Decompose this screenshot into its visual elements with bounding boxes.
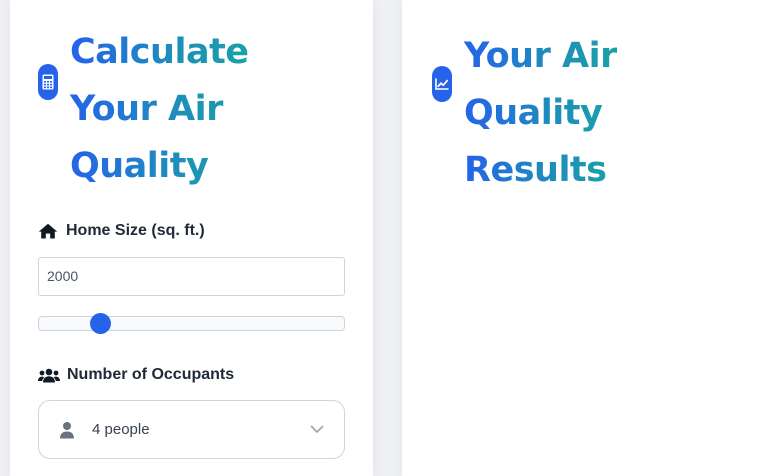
calculator-heading-line: Your Air [70, 89, 223, 129]
results-heading-row: Your Air Quality Results [432, 28, 617, 199]
home-size-slider[interactable] [38, 313, 345, 334]
chevron-down-icon[interactable] [310, 425, 324, 435]
home-size-label: Home Size (sq. ft.) [38, 222, 205, 240]
occupants-label: Number of Occupants [38, 366, 234, 384]
occupants-select[interactable]: 4 people [38, 400, 345, 459]
calculator-heading: Calculate Your Air Quality [70, 24, 249, 195]
results-heading-line: Quality [464, 93, 603, 133]
results-card: Your Air Quality Results [402, 0, 768, 476]
slider-thumb[interactable] [90, 313, 111, 334]
chart-line-icon [432, 66, 452, 102]
calculator-heading-line: Calculate [70, 32, 249, 72]
calculator-card: Calculate Your Air Quality Home Size (sq… [10, 0, 373, 476]
calculator-heading-row: Calculate Your Air Quality [38, 24, 249, 195]
home-size-input[interactable]: 2000 [38, 257, 345, 296]
results-heading-line: Your Air [464, 36, 617, 76]
results-heading: Your Air Quality Results [464, 28, 617, 199]
occupants-label-text: Number of Occupants [67, 366, 235, 383]
user-icon [59, 421, 75, 439]
results-heading-line: Results [464, 150, 607, 190]
home-size-label-text: Home Size (sq. ft.) [66, 222, 205, 239]
calculator-heading-line: Quality [70, 146, 209, 186]
house-icon [38, 223, 58, 239]
occupants-selected-value: 4 people [92, 421, 150, 438]
users-icon [38, 367, 60, 383]
calculator-icon [38, 64, 58, 100]
